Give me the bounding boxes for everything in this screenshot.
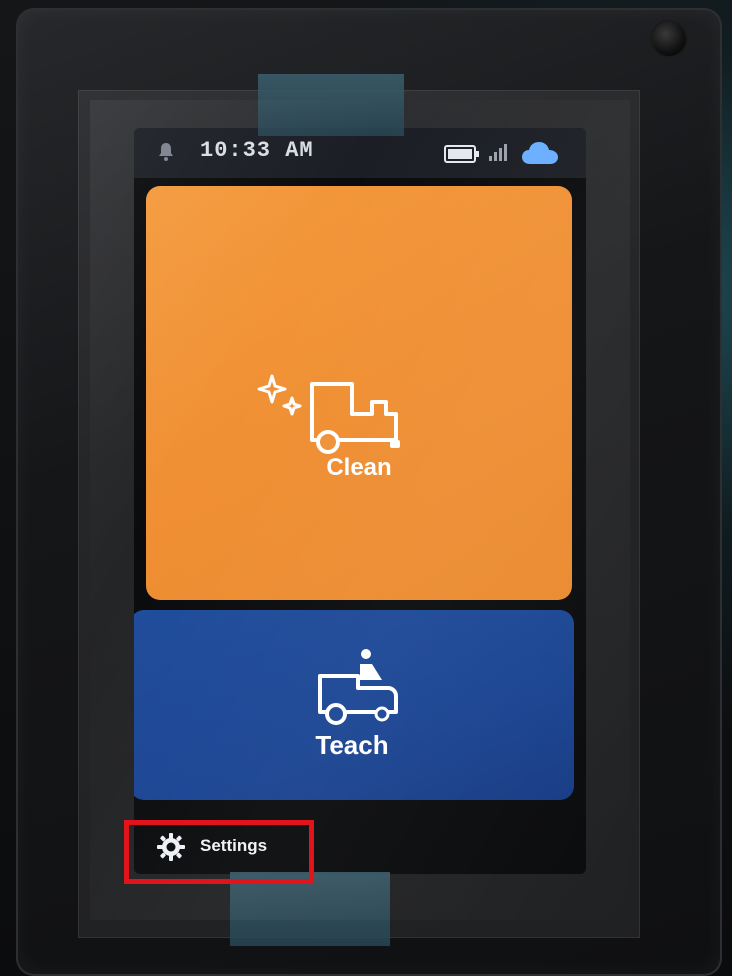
battery-icon <box>444 145 479 163</box>
sparkle-cleaning-vehicle-icon <box>257 374 400 454</box>
vehicle-with-operator-icon <box>318 649 398 725</box>
tape-strip-top <box>258 74 404 136</box>
screw-icon <box>652 22 686 56</box>
signal-icon <box>489 144 507 161</box>
teach-label: Teach <box>315 730 389 760</box>
clean-label: Clean <box>326 454 392 481</box>
bell-icon <box>159 143 173 161</box>
teach-tile[interactable]: Teach <box>134 610 574 800</box>
clean-tile[interactable]: Clean <box>146 186 572 600</box>
touch-screen: 10:33 AM Clean Teach Settings <box>134 128 586 874</box>
settings-highlight-box <box>124 820 314 884</box>
photo-background: 10:33 AM Clean Teach Settings <box>0 0 732 976</box>
clock-time: 10:33 AM <box>200 138 314 163</box>
cloud-icon <box>522 142 558 164</box>
